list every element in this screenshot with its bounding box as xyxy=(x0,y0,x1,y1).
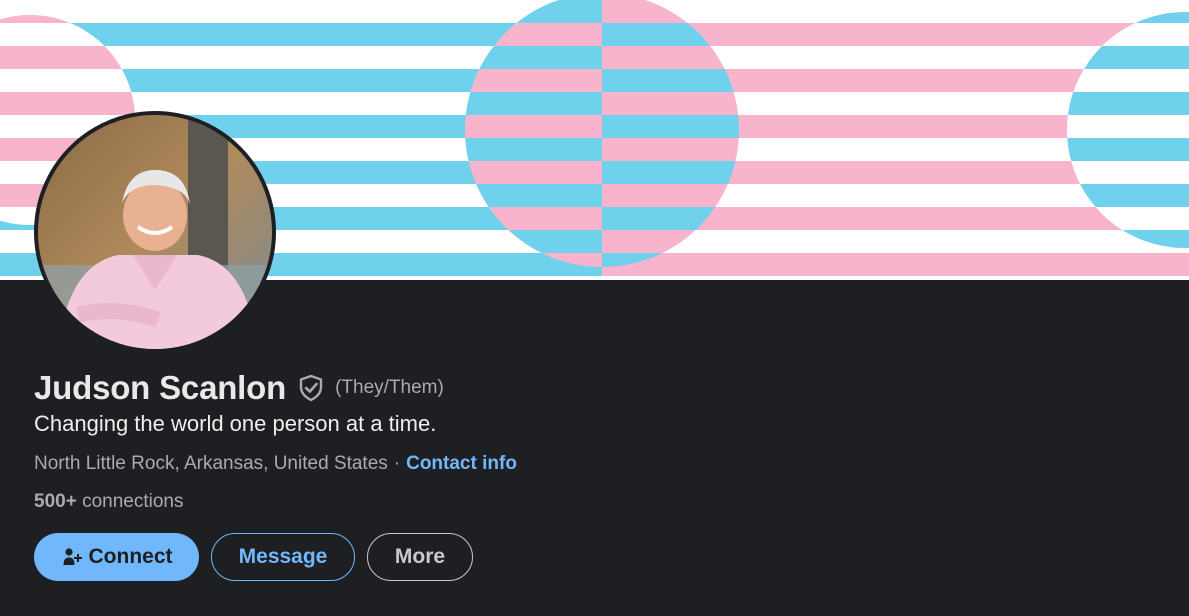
location-separator: · xyxy=(393,453,401,474)
connect-button[interactable]: Connect xyxy=(34,533,199,581)
connections-label: connections xyxy=(82,491,184,512)
message-button[interactable]: Message xyxy=(211,533,355,581)
profile-actions: Connect Message More xyxy=(34,533,473,581)
profile-name: Judson Scanlon xyxy=(34,369,287,406)
profile-photo-image xyxy=(38,115,272,349)
location-row: North Little Rock, Arkansas, United Stat… xyxy=(34,453,517,475)
profile-photo[interactable] xyxy=(34,111,276,353)
profile-headline: Changing the world one person at a time. xyxy=(34,411,437,436)
location-text: North Little Rock, Arkansas, United Stat… xyxy=(34,453,388,474)
more-button[interactable]: More xyxy=(367,533,473,581)
add-person-icon xyxy=(61,546,83,568)
connections-number: 500+ xyxy=(34,491,77,512)
verified-shield-icon[interactable] xyxy=(296,373,326,403)
connections-count[interactable]: 500+ connections xyxy=(34,491,183,513)
pronouns: (They/Them) xyxy=(335,377,444,398)
connect-label: Connect xyxy=(88,545,173,568)
profile-card: Judson Scanlon (They/Them) Changing the … xyxy=(0,0,1189,616)
contact-info-link[interactable]: Contact info xyxy=(406,453,517,474)
name-row: Judson Scanlon (They/Them) xyxy=(34,366,444,410)
